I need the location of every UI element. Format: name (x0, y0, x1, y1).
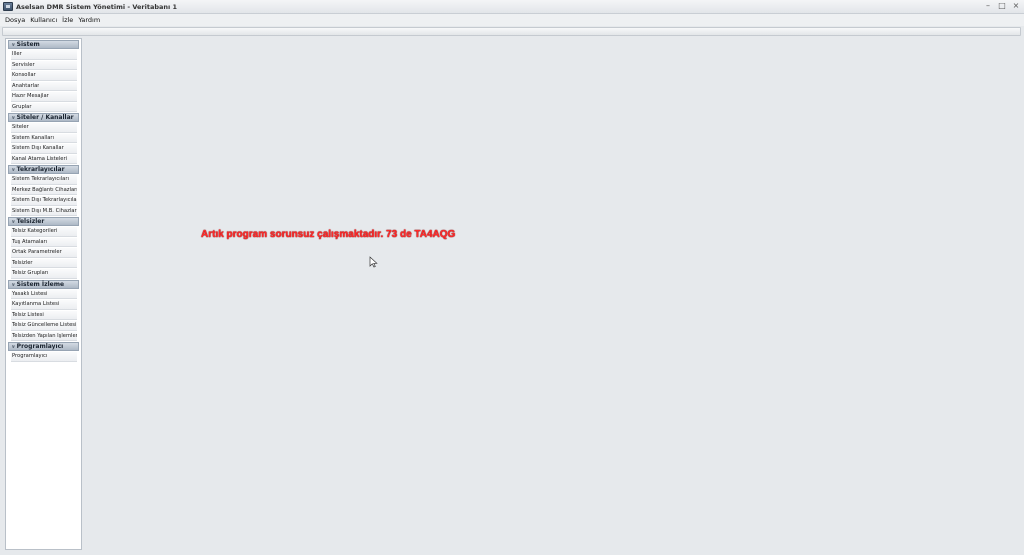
collapse-chevron-icon[interactable]: » (9, 282, 16, 286)
sidebar-item-label: İller (12, 51, 22, 58)
sidebar-item[interactable]: Kanal Atama Listeleri (11, 154, 77, 164)
window-title: Aselsan DMR Sistem Yönetimi - Veritabanı… (16, 2, 178, 11)
status-message: Artık program sorunsuz çalışmaktadır. 73… (201, 229, 456, 240)
sidebar-item-label: Sistem Tekrarlayıcıları (12, 176, 69, 183)
sidebar-item-label: Konsollar (12, 72, 36, 79)
sidebar-item-label: Hazır Mesajlar (12, 93, 49, 100)
sidebar-item[interactable]: Tuş Atamaları (11, 237, 77, 247)
window-controls: – □ × (984, 1, 1020, 11)
sidebar-item[interactable]: Telsizler (11, 258, 77, 268)
collapse-chevron-icon[interactable]: » (9, 345, 16, 349)
sidebar-section-title: Sistem (16, 41, 40, 48)
sidebar-item-label: Telsiz Grupları (12, 270, 49, 277)
sidebar-item-label: Siteler (12, 124, 29, 131)
mouse-cursor-icon (369, 256, 378, 268)
sidebar-item[interactable]: Telsiz Listesi (11, 310, 77, 320)
maximize-button[interactable]: □ (998, 1, 1006, 11)
sidebar-item[interactable]: Kayıtlanma Listesi (11, 300, 77, 310)
sidebar-item[interactable]: Sistem Dışı M.B. Cihazları (11, 206, 77, 216)
menu-izle[interactable]: İzle (62, 16, 73, 24)
menu-bar: Dosya Kullanıcı İzle Yardım (0, 14, 1024, 26)
sidebar-item[interactable]: Programlayıcı (11, 352, 77, 362)
sidebar-item[interactable]: Sistem Tekrarlayıcıları (11, 175, 77, 185)
sidebar-section-title: Siteler / Kanallar (16, 114, 74, 121)
main-content-area (84, 38, 1021, 550)
sidebar-item[interactable]: Anahtarlar (11, 81, 77, 91)
sidebar-item[interactable]: Siteler (11, 123, 77, 133)
sidebar-item-label: Yasaklı Listesi (12, 290, 48, 297)
sidebar-item[interactable]: Hazır Mesajlar (11, 92, 77, 102)
sidebar-item-label: Sistem Kanalları (12, 134, 54, 141)
sidebar-item-label: Kayıtlanma Listesi (12, 301, 60, 308)
minimize-button[interactable]: – (984, 1, 992, 11)
menu-kullanici[interactable]: Kullanıcı (30, 16, 57, 24)
sidebar-section-title: Tekrarlayıcılar (16, 166, 65, 173)
collapse-chevron-icon[interactable]: » (9, 116, 16, 120)
menu-yardim[interactable]: Yardım (78, 16, 100, 24)
sidebar-item-label: Telsiz Kategorileri (12, 228, 58, 235)
sidebar-item[interactable]: Yasaklı Listesi (11, 289, 77, 299)
sidebar-item[interactable]: Telsiz Kategorileri (11, 227, 77, 237)
sidebar-item-label: Telsiz Güncelleme Listesi (12, 322, 77, 329)
sidebar-section-header[interactable]: » Siteler / Kanallar (8, 113, 79, 122)
sidebar-item[interactable]: Telsiz Güncelleme Listesi (11, 321, 77, 331)
sidebar-item[interactable]: Telsizden Yapılan İşlemler (11, 331, 77, 341)
sidebar-item-label: Sistem Dışı M.B. Cihazları (12, 207, 77, 214)
sidebar-section-title: Sistem İzleme (16, 280, 65, 288)
app-icon (3, 2, 13, 11)
collapse-chevron-icon[interactable]: » (9, 43, 16, 47)
toolbar (2, 27, 1021, 36)
sidebar-item-label: Programlayıcı (12, 353, 48, 360)
sidebar-section-title: Telsizler (16, 218, 45, 225)
sidebar-section-header[interactable]: » Programlayıcı (8, 342, 79, 351)
menu-dosya[interactable]: Dosya (5, 16, 25, 24)
sidebar-item-label: Merkez Bağlantı Cihazları (12, 186, 77, 193)
sidebar-item[interactable]: Merkez Bağlantı Cihazları (11, 185, 77, 195)
sidebar-item[interactable]: Gruplar (11, 102, 77, 112)
collapse-chevron-icon[interactable]: » (9, 168, 16, 172)
sidebar-item[interactable]: Sistem Kanalları (11, 133, 77, 143)
sidebar-item[interactable]: Ortak Parametreler (11, 248, 77, 258)
sidebar-item[interactable]: İller (11, 50, 77, 60)
sidebar-item[interactable]: Konsollar (11, 71, 77, 81)
sidebar-section-title: Programlayıcı (16, 343, 64, 350)
sidebar-item-label: Anahtarlar (12, 82, 40, 89)
sidebar-section-header[interactable]: » Telsizler (8, 217, 79, 226)
sidebar-section-header[interactable]: » Tekrarlayıcılar (8, 165, 79, 174)
title-bar: Aselsan DMR Sistem Yönetimi - Veritabanı… (0, 0, 1024, 14)
sidebar-item[interactable]: Telsiz Grupları (11, 269, 77, 279)
close-button[interactable]: × (1012, 1, 1020, 11)
sidebar-item[interactable]: Servisler (11, 60, 77, 70)
sidebar-item-label: Sistem Dışı Tekrarlayıcılar (12, 197, 77, 204)
sidebar-item[interactable]: Sistem Dışı Tekrarlayıcılar (11, 196, 77, 206)
sidebar-item-label: Servisler (12, 61, 35, 68)
sidebar-section-header[interactable]: » Sistem (8, 40, 79, 49)
sidebar-item-label: Tuş Atamaları (12, 238, 48, 245)
sidebar-section-header[interactable]: » Sistem İzleme (8, 279, 79, 289)
sidebar-item-label: Telsiz Listesi (12, 311, 44, 318)
collapse-chevron-icon[interactable]: » (9, 220, 16, 224)
sidebar-item-label: Ortak Parametreler (12, 249, 62, 256)
navigation-sidebar: » Sistem İller Servisler Konsollar Anahtarlar… (5, 38, 82, 550)
sidebar-item-label: Gruplar (12, 103, 32, 110)
sidebar-item[interactable]: Sistem Dışı Kanallar (11, 144, 77, 154)
sidebar-item-label: Sistem Dışı Kanallar (12, 145, 64, 152)
sidebar-item-label: Telsizden Yapılan İşlemler (12, 332, 77, 339)
sidebar-item-label: Telsizler (12, 259, 33, 266)
sidebar-item-label: Kanal Atama Listeleri (12, 155, 68, 162)
